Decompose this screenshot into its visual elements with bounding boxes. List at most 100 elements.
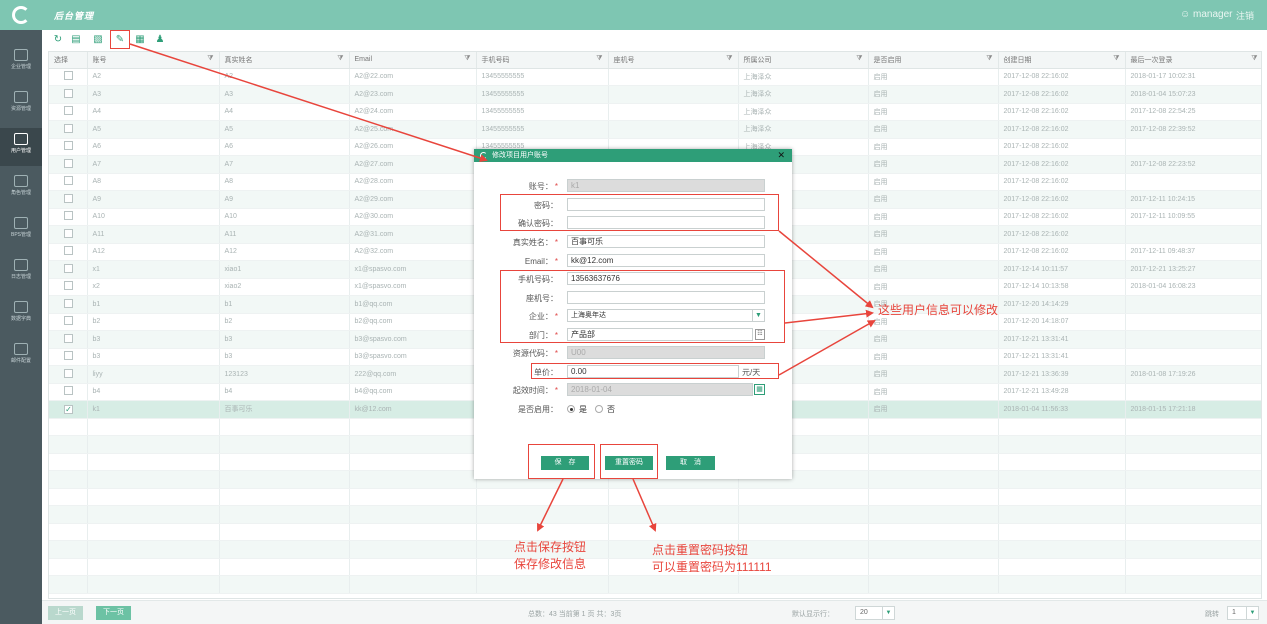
jump-page-value: 1	[1232, 609, 1236, 616]
next-page-button[interactable]: 下一页	[96, 606, 131, 620]
filter-icon[interactable]: ⧩	[207, 55, 213, 63]
row-checkbox[interactable]	[64, 386, 73, 396]
row-checkbox[interactable]	[64, 158, 73, 168]
enabled-no-radio[interactable]	[595, 405, 603, 413]
row-select-cell	[49, 68, 88, 86]
column-header[interactable]: 创建日期 ⧩	[998, 52, 1126, 69]
current-user[interactable]: ☺ manager	[1180, 9, 1232, 20]
sidebar-item-label: 邮件配置	[10, 358, 31, 364]
sidebar-item-company[interactable]: 企业管理	[0, 44, 42, 82]
table-cell: 2017-12-08 22:54:25	[1125, 103, 1261, 121]
table-cell: 2017-12-08 22:16:02	[998, 208, 1126, 226]
sidebar-item-resource[interactable]: 资源管理	[0, 86, 42, 124]
empty-cell	[219, 488, 350, 506]
refresh-icon[interactable]: ↻	[52, 34, 64, 46]
table-row[interactable]: A2 A2 A2@22.com 13455555555 上海泽众 启用 2017-12-08…	[49, 68, 1261, 86]
table-cell: 13455555555	[476, 85, 609, 104]
filter-icon[interactable]: ⧩	[1251, 55, 1257, 63]
sidebar-item-dictionary[interactable]: 数据字典	[0, 296, 42, 334]
row-checkbox[interactable]	[64, 351, 73, 361]
empty-cell	[87, 523, 220, 541]
row-checkbox[interactable]	[64, 298, 73, 308]
filter-icon[interactable]: ⧩	[856, 55, 862, 63]
calendar-icon[interactable]: ▦	[754, 384, 765, 395]
logo-icon	[12, 6, 30, 24]
row-select-cell: ✓	[49, 400, 88, 419]
column-header[interactable]: 所属公司 ⧩	[738, 52, 869, 69]
filter-icon[interactable]: ⧩	[464, 55, 470, 63]
empty-cell	[476, 523, 609, 541]
row-checkbox[interactable]	[64, 123, 73, 133]
sidebar-item-logs[interactable]: 日志管理	[0, 254, 42, 292]
column-header[interactable]: 座机号 ⧩	[608, 52, 739, 69]
row-checkbox[interactable]	[64, 228, 73, 238]
row-checkbox[interactable]	[64, 281, 73, 291]
empty-cell	[349, 453, 477, 471]
row-checkbox[interactable]: ✓	[64, 404, 73, 414]
filter-icon[interactable]: ⧩	[1113, 55, 1119, 63]
table-cell: 2018-01-15 17:21:18	[1125, 400, 1261, 419]
empty-cell	[349, 523, 477, 541]
row-checkbox[interactable]	[64, 316, 73, 326]
sidebar-item-users[interactable]: 用户管理	[0, 128, 42, 166]
table-cell: kk@12.com	[349, 400, 477, 419]
row-checkbox[interactable]	[64, 71, 73, 81]
prev-page-button[interactable]: 上一页	[48, 606, 83, 620]
filter-icon[interactable]: ⧩	[726, 55, 732, 63]
sidebar-item-roles[interactable]: 角色管理	[0, 170, 42, 208]
empty-cell	[476, 505, 609, 524]
table-row[interactable]: A5 A5 A2@25.com 13455555555 上海泽众 启用 2017-12-08…	[49, 120, 1261, 139]
email-field[interactable]: kk@12.com	[567, 254, 765, 267]
sidebar-item-mail[interactable]: 邮件配置	[0, 338, 42, 376]
empty-cell	[868, 488, 999, 506]
row-checkbox[interactable]	[64, 263, 73, 273]
table-row[interactable]: A4 A4 A2@24.com 13455555555 上海泽众 启用 2017-12-08…	[49, 103, 1261, 121]
column-header[interactable]: 是否启用 ⧩	[868, 52, 999, 69]
row-checkbox[interactable]	[64, 368, 73, 378]
column-header[interactable]: 最后一次登录 ⧩	[1125, 52, 1261, 69]
column-header[interactable]: 手机号码 ⧩	[476, 52, 609, 69]
user-gear-icon[interactable]: ♟	[154, 34, 166, 46]
filter-icon[interactable]: ⧩	[596, 55, 602, 63]
column-header[interactable]: Email ⧩	[349, 52, 477, 69]
row-checkbox[interactable]	[64, 211, 73, 221]
table-cell: 222@qq.com	[349, 365, 477, 384]
page-size-select[interactable]: 20 ▼	[855, 606, 895, 620]
logout-link[interactable]: 注销	[1236, 9, 1254, 22]
column-header[interactable]: 账号 ⧩	[87, 52, 220, 69]
filter-icon[interactable]: ⧩	[986, 55, 992, 63]
table-cell: 2017-12-08 22:16:02	[998, 103, 1126, 121]
row-checkbox[interactable]	[64, 333, 73, 343]
add-file-icon[interactable]: ▤	[70, 34, 82, 46]
sidebar-item-bps[interactable]: BPS管理	[0, 212, 42, 250]
row-checkbox[interactable]	[64, 246, 73, 256]
row-checkbox[interactable]	[64, 141, 73, 151]
empty-cell	[998, 558, 1126, 576]
empty-cell	[49, 470, 88, 489]
table-cell: b4	[219, 383, 350, 401]
jump-page-select[interactable]: 1 ▼	[1227, 606, 1259, 620]
close-icon[interactable]: ✕	[777, 149, 785, 162]
trash-icon[interactable]: ▧	[92, 34, 104, 46]
sidebar-item-label: 角色管理	[10, 190, 31, 196]
annotation-save-line1: 点击保存按钮	[514, 540, 587, 554]
real-name-field[interactable]: 百事可乐	[567, 235, 765, 248]
filter-icon[interactable]: ⧩	[337, 55, 343, 63]
table-cell	[1125, 225, 1261, 244]
row-select-cell	[49, 190, 88, 209]
table-row[interactable]: A3 A3 A2@23.com 13455555555 上海泽众 启用 2017-12-08…	[49, 85, 1261, 104]
column-header-label: 是否启用	[873, 56, 902, 64]
enabled-yes-radio[interactable]	[567, 405, 575, 413]
empty-cell	[998, 540, 1126, 559]
column-header[interactable]: 选择	[49, 52, 88, 69]
row-checkbox[interactable]	[64, 106, 73, 116]
column-header[interactable]: 真实姓名 ⧩	[219, 52, 350, 69]
required-mark: *	[554, 257, 558, 266]
row-checkbox[interactable]	[64, 88, 73, 98]
empty-cell	[87, 470, 220, 489]
row-checkbox[interactable]	[64, 193, 73, 203]
cancel-button[interactable]: 取 消	[666, 456, 715, 470]
row-checkbox[interactable]	[64, 176, 73, 186]
export-icon[interactable]: ▦	[134, 34, 146, 46]
table-cell	[1125, 313, 1261, 331]
